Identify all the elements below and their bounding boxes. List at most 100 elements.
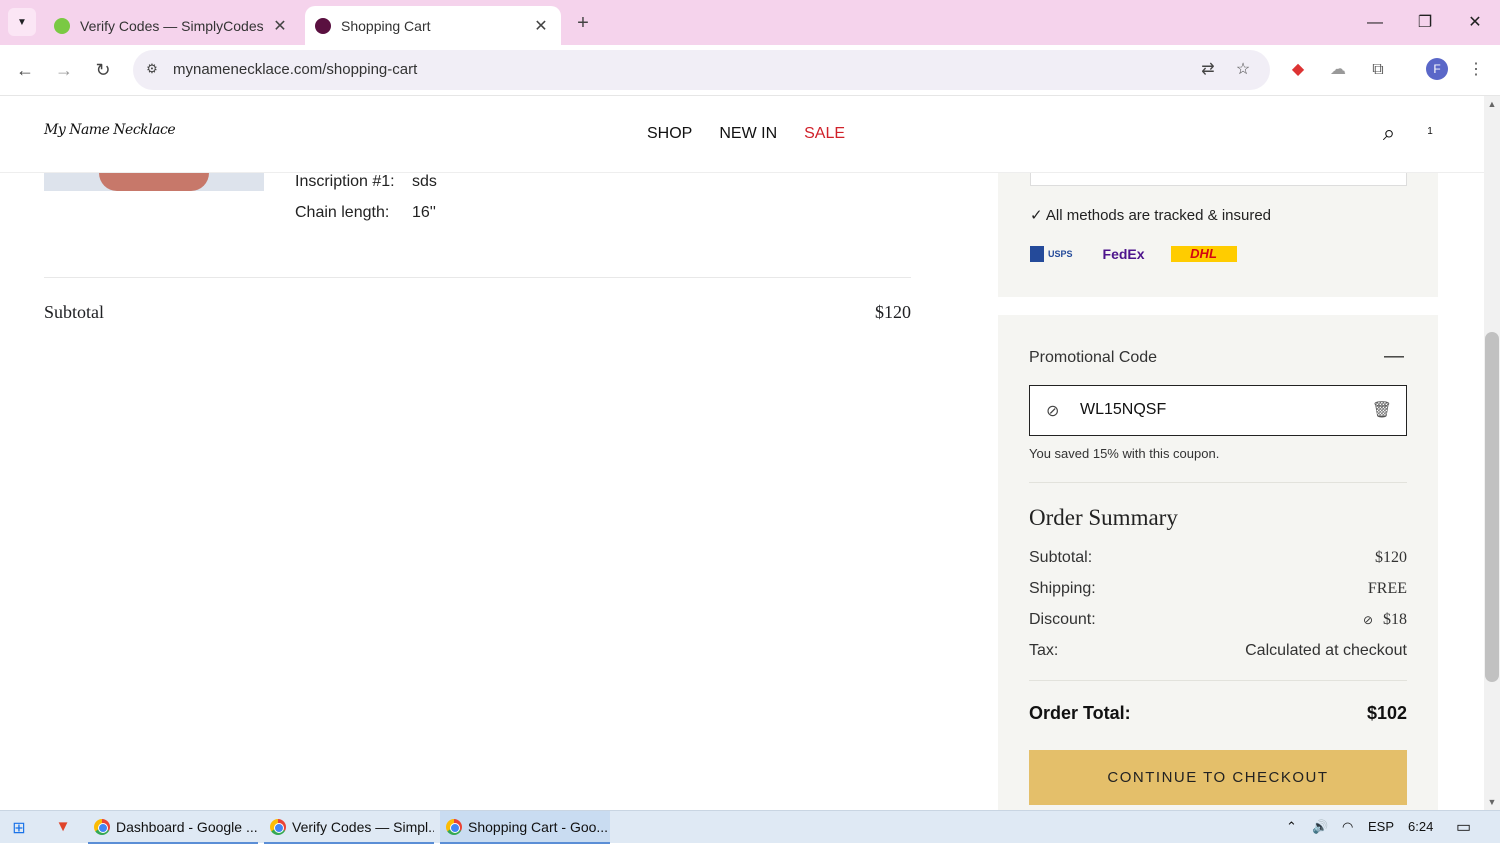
reload-button[interactable]: ↻	[89, 56, 117, 84]
windows-taskbar: ⊞ ▼ Dashboard - Google ... Verify Codes …	[0, 810, 1500, 844]
nav-new-in[interactable]: NEW IN	[719, 125, 777, 143]
coupon-tag-icon: ⊘	[1046, 403, 1060, 420]
coupon-tag-icon: ⊘	[1362, 613, 1373, 627]
summary-value: $18	[1383, 611, 1407, 628]
main-nav: SHOP NEW IN SALE	[647, 125, 845, 143]
wifi-icon[interactable]: ◠	[1342, 819, 1353, 835]
scroll-up-arrow-icon[interactable]: ▲	[1484, 99, 1500, 109]
summary-label: Shipping:	[1029, 580, 1096, 597]
divider	[1029, 482, 1407, 483]
mnn-favicon-icon	[315, 17, 331, 34]
attribute-key: Chain length:	[295, 204, 390, 221]
taskbar-item-shopping-cart[interactable]: Shopping Cart - Goo...	[440, 811, 610, 844]
promo-title[interactable]: Promotional Code	[1029, 349, 1157, 367]
scroll-down-arrow-icon[interactable]: ▼	[1484, 797, 1500, 807]
summary-value: Calculated at checkout	[1245, 642, 1407, 659]
tab-title: Verify Codes — SimplyCodes	[80, 17, 264, 34]
collapse-icon[interactable]: —	[1384, 345, 1404, 368]
cart-count-badge: 1	[1427, 126, 1433, 137]
cart-subtotal-label: Subtotal	[44, 302, 105, 322]
extension-icon[interactable]: ◆	[1286, 58, 1310, 82]
attribute-key: Inscription #1:	[295, 173, 395, 190]
order-total-value: $102	[1366, 703, 1407, 723]
language-indicator[interactable]: ESP	[1368, 819, 1394, 834]
summary-row-shipping: Shipping: FREE	[1029, 580, 1407, 598]
volume-icon[interactable]: 🔊	[1312, 819, 1328, 835]
coupon-saved-message: You saved 15% with this coupon.	[1029, 446, 1220, 461]
site-header: My Name Necklace SHOP NEW IN SALE ⌕ 1	[0, 96, 1484, 173]
address-bar[interactable]: ⚙ mynamenecklace.com/shopping-cart ⇄ ☆	[133, 50, 1270, 90]
divider	[1029, 680, 1407, 681]
page-viewport: My Name Necklace SHOP NEW IN SALE ⌕ 1 In…	[0, 96, 1484, 810]
menu-kebab-icon[interactable]: ⋮	[1464, 58, 1488, 82]
continue-to-checkout-button[interactable]: CONTINUE TO CHECKOUT	[1029, 750, 1407, 805]
translate-icon[interactable]: ⇄	[1197, 59, 1219, 81]
back-button[interactable]: ←	[11, 56, 39, 84]
trash-icon[interactable]: 🗑	[1372, 400, 1392, 420]
summary-value: $120	[1375, 549, 1407, 566]
summary-label: Subtotal:	[1029, 549, 1093, 566]
restore-button[interactable]: ❐	[1410, 8, 1440, 38]
summary-label: Discount:	[1029, 611, 1096, 628]
attribute-value: sds	[412, 173, 437, 190]
tab-shopping-cart[interactable]: Shopping Cart ✕	[305, 6, 561, 45]
attribute-value: 16''	[412, 204, 436, 221]
url-text[interactable]: mynamenecklace.com/shopping-cart	[173, 61, 417, 78]
notifications-icon[interactable]: ▭	[1456, 817, 1471, 837]
tab-search-button[interactable]: ▼	[8, 8, 36, 36]
close-window-button[interactable]: ✕	[1460, 8, 1490, 38]
browser-tab-bar: ▼ Verify Codes — SimplyCodes ✕ Shopping …	[0, 0, 1500, 45]
item-attribute-inscription: Inscription #1: sds	[295, 173, 437, 191]
tab-title: Shopping Cart	[341, 17, 431, 34]
tab-verify-codes[interactable]: Verify Codes — SimplyCodes ✕	[44, 6, 300, 45]
dhl-logo: DHL	[1170, 246, 1237, 262]
scrollbar-thumb[interactable]	[1485, 332, 1499, 682]
brave-browser-icon[interactable]: ▼	[52, 818, 74, 838]
summary-label: Tax:	[1029, 642, 1059, 659]
windows-start-icon[interactable]: ⊞	[8, 818, 30, 838]
product-image[interactable]	[44, 173, 264, 191]
search-icon[interactable]: ⌕	[1375, 120, 1403, 148]
shipping-note: ✓ All methods are tracked & insured	[1030, 207, 1272, 224]
site-info-icon[interactable]: ⚙	[143, 61, 161, 79]
taskbar-item-dashboard[interactable]: Dashboard - Google ...	[88, 811, 258, 844]
cart-icon[interactable]: 1	[1410, 120, 1438, 148]
page-scrollbar[interactable]: ▲ ▼	[1484, 96, 1500, 810]
close-icon[interactable]: ✕	[268, 16, 292, 36]
item-attribute-chain-length: Chain length: 16''	[295, 204, 436, 222]
summary-row-discount: Discount: ⊘ $18	[1029, 611, 1407, 629]
shipping-panel: ✓ All methods are tracked & insured USPS…	[998, 173, 1438, 297]
minimize-button[interactable]: —	[1360, 8, 1390, 38]
summary-value: FREE	[1367, 580, 1407, 597]
nav-sale[interactable]: SALE	[804, 125, 845, 143]
usps-logo: USPS	[1030, 246, 1077, 262]
summary-row-subtotal: Subtotal: $120	[1029, 549, 1407, 567]
order-summary-title: Order Summary	[1029, 505, 1178, 530]
forward-button[interactable]: →	[50, 56, 78, 84]
site-logo[interactable]: My Name Necklace	[44, 122, 176, 138]
clock[interactable]: 6:24	[1408, 819, 1433, 834]
profile-avatar[interactable]: F	[1426, 58, 1448, 80]
browser-toolbar: ← → ↻ ⚙ mynamenecklace.com/shopping-cart…	[0, 45, 1500, 96]
chrome-icon	[270, 818, 286, 835]
carrier-logos: USPS FedEx DHL	[1030, 246, 1237, 262]
summary-row-tax: Tax: Calculated at checkout	[1029, 642, 1407, 660]
promo-code-value: WL15NQSF	[1080, 401, 1167, 418]
order-total-label: Order Total:	[1029, 703, 1131, 723]
cart-subtotal-value: $120	[875, 302, 911, 322]
promo-and-summary-panel: Promotional Code — ⊘ WL15NQSF 🗑 You save…	[998, 315, 1438, 810]
new-tab-button[interactable]: +	[570, 10, 596, 36]
order-total-row: Order Total: $102	[1029, 703, 1407, 724]
chrome-icon	[94, 818, 110, 835]
close-icon[interactable]: ✕	[529, 16, 553, 36]
bookmark-star-icon[interactable]: ☆	[1232, 59, 1254, 81]
chrome-icon	[446, 818, 462, 835]
promo-code-field[interactable]: ⊘ WL15NQSF 🗑	[1029, 385, 1407, 436]
simplycodes-favicon-icon	[54, 17, 70, 34]
chevron-up-icon[interactable]: ⌃	[1286, 819, 1297, 835]
taskbar-item-verify-codes[interactable]: Verify Codes — Simpl...	[264, 811, 434, 844]
extension-puzzle-cloud-icon[interactable]: ☁	[1326, 58, 1350, 82]
extensions-icon[interactable]: ⧉	[1366, 58, 1390, 82]
chevron-down-icon: ▼	[17, 16, 27, 28]
nav-shop[interactable]: SHOP	[647, 125, 692, 143]
